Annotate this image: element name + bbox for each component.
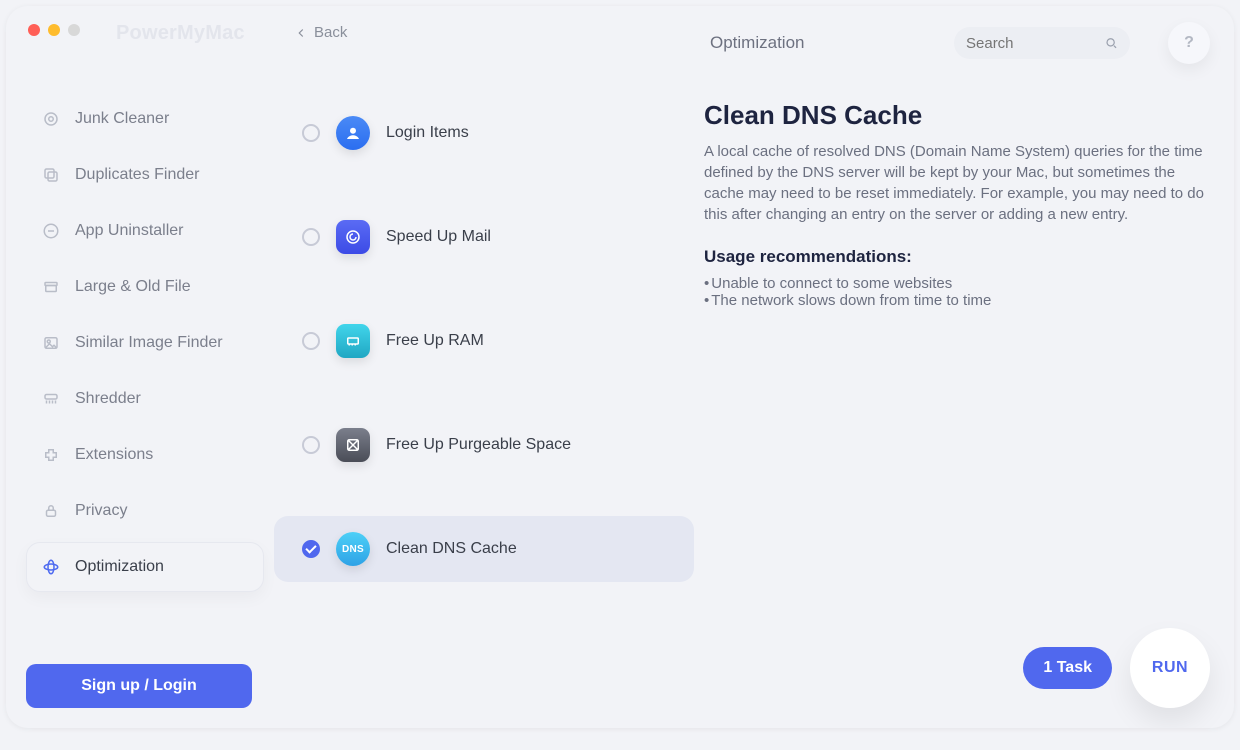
sidebar-item-privacy[interactable]: Privacy	[26, 486, 264, 536]
detail-description: A local cache of resolved DNS (Domain Na…	[704, 141, 1204, 225]
sidebar-item-label: Junk Cleaner	[75, 110, 169, 128]
search-input[interactable]	[966, 35, 1104, 52]
help-button[interactable]: ?	[1168, 22, 1210, 64]
uninstall-icon	[41, 221, 61, 241]
chevron-left-icon	[294, 26, 308, 40]
task-checkbox[interactable]	[302, 332, 320, 350]
button-label: Sign up / Login	[81, 677, 197, 695]
task-count-label: 1 Task	[1043, 659, 1092, 676]
task-row-speed-up-mail[interactable]: Speed Up Mail	[274, 204, 694, 270]
dns-icon: DNS	[336, 532, 370, 566]
task-checkbox[interactable]	[302, 540, 320, 558]
task-label: Free Up RAM	[386, 332, 484, 350]
detail-panel: Optimization ? Clean DNS Cache A local c…	[704, 6, 1234, 728]
detail-rec-item: The network slows down from time to time	[704, 292, 1204, 309]
atom-icon	[41, 557, 61, 577]
sidebar-item-junk-cleaner[interactable]: Junk Cleaner	[26, 94, 264, 144]
task-label: Speed Up Mail	[386, 228, 491, 246]
search-field[interactable]	[954, 27, 1130, 59]
minimize-window-icon[interactable]	[48, 24, 60, 36]
run-button[interactable]: RUN	[1130, 628, 1210, 708]
mail-icon	[336, 220, 370, 254]
task-row-free-up-purgeable[interactable]: Free Up Purgeable Space	[274, 412, 694, 478]
purgeable-icon	[336, 428, 370, 462]
close-window-icon[interactable]	[28, 24, 40, 36]
lock-icon	[41, 501, 61, 521]
sidebar-item-shredder[interactable]: Shredder	[26, 374, 264, 424]
signup-login-button[interactable]: Sign up / Login	[26, 664, 252, 708]
sidebar-item-label: App Uninstaller	[75, 222, 184, 240]
footer-actions: 1 Task RUN	[1023, 628, 1210, 708]
sidebar-item-label: Extensions	[75, 446, 153, 464]
task-row-free-up-ram[interactable]: Free Up RAM	[274, 308, 694, 374]
task-row-clean-dns-cache[interactable]: DNS Clean DNS Cache	[274, 516, 694, 582]
task-checkbox[interactable]	[302, 436, 320, 454]
login-icon	[336, 116, 370, 150]
copy-icon	[41, 165, 61, 185]
sidebar-item-optimization[interactable]: Optimization	[26, 542, 264, 592]
sidebar-item-label: Duplicates Finder	[75, 166, 200, 184]
task-label: Free Up Purgeable Space	[386, 436, 571, 454]
app-title: PowerMyMac	[116, 22, 245, 45]
sidebar-item-label: Privacy	[75, 502, 127, 520]
sidebar-item-label: Shredder	[75, 390, 141, 408]
maximize-window-icon	[68, 24, 80, 36]
top-bar: Optimization ?	[710, 22, 1210, 64]
task-list: Login Items Speed Up Mail Free Up RAM	[274, 100, 694, 582]
task-list-panel: Back Login Items Speed Up Mail	[274, 6, 704, 728]
section-title: Optimization	[710, 33, 804, 53]
sidebar-item-label: Similar Image Finder	[75, 334, 223, 352]
task-detail: Clean DNS Cache A local cache of resolve…	[704, 100, 1210, 309]
window-controls	[28, 24, 80, 36]
sidebar-item-duplicates-finder[interactable]: Duplicates Finder	[26, 150, 264, 200]
search-icon	[1104, 35, 1118, 51]
puzzle-icon	[41, 445, 61, 465]
sidebar-item-large-old-file[interactable]: Large & Old File	[26, 262, 264, 312]
sidebar-item-label: Large & Old File	[75, 278, 191, 296]
back-button[interactable]: Back	[294, 24, 347, 41]
sidebar-item-extensions[interactable]: Extensions	[26, 430, 264, 480]
detail-rec-item: Unable to connect to some websites	[704, 275, 1204, 292]
back-label: Back	[314, 24, 347, 41]
task-checkbox[interactable]	[302, 228, 320, 246]
sidebar-item-label: Optimization	[75, 558, 164, 576]
detail-title: Clean DNS Cache	[704, 100, 1204, 131]
task-label: Clean DNS Cache	[386, 540, 517, 558]
ram-icon	[336, 324, 370, 358]
help-label: ?	[1184, 34, 1194, 52]
archive-icon	[41, 277, 61, 297]
gear-icon	[41, 109, 61, 129]
sidebar-item-app-uninstaller[interactable]: App Uninstaller	[26, 206, 264, 256]
task-count-pill[interactable]: 1 Task	[1023, 647, 1112, 689]
sidebar-nav: Junk Cleaner Duplicates Finder App Unins…	[26, 94, 264, 592]
sidebar-item-similar-image-finder[interactable]: Similar Image Finder	[26, 318, 264, 368]
run-label: RUN	[1152, 659, 1188, 677]
shredder-icon	[41, 389, 61, 409]
task-row-login-items[interactable]: Login Items	[274, 100, 694, 166]
detail-recommendations: Unable to connect to some websites The n…	[704, 275, 1204, 309]
task-checkbox[interactable]	[302, 124, 320, 142]
image-icon	[41, 333, 61, 353]
detail-rec-title: Usage recommendations:	[704, 247, 1204, 267]
app-window: PowerMyMac Junk Cleaner Duplicates Finde…	[6, 6, 1234, 728]
task-label: Login Items	[386, 124, 469, 142]
sidebar: Junk Cleaner Duplicates Finder App Unins…	[6, 6, 274, 728]
